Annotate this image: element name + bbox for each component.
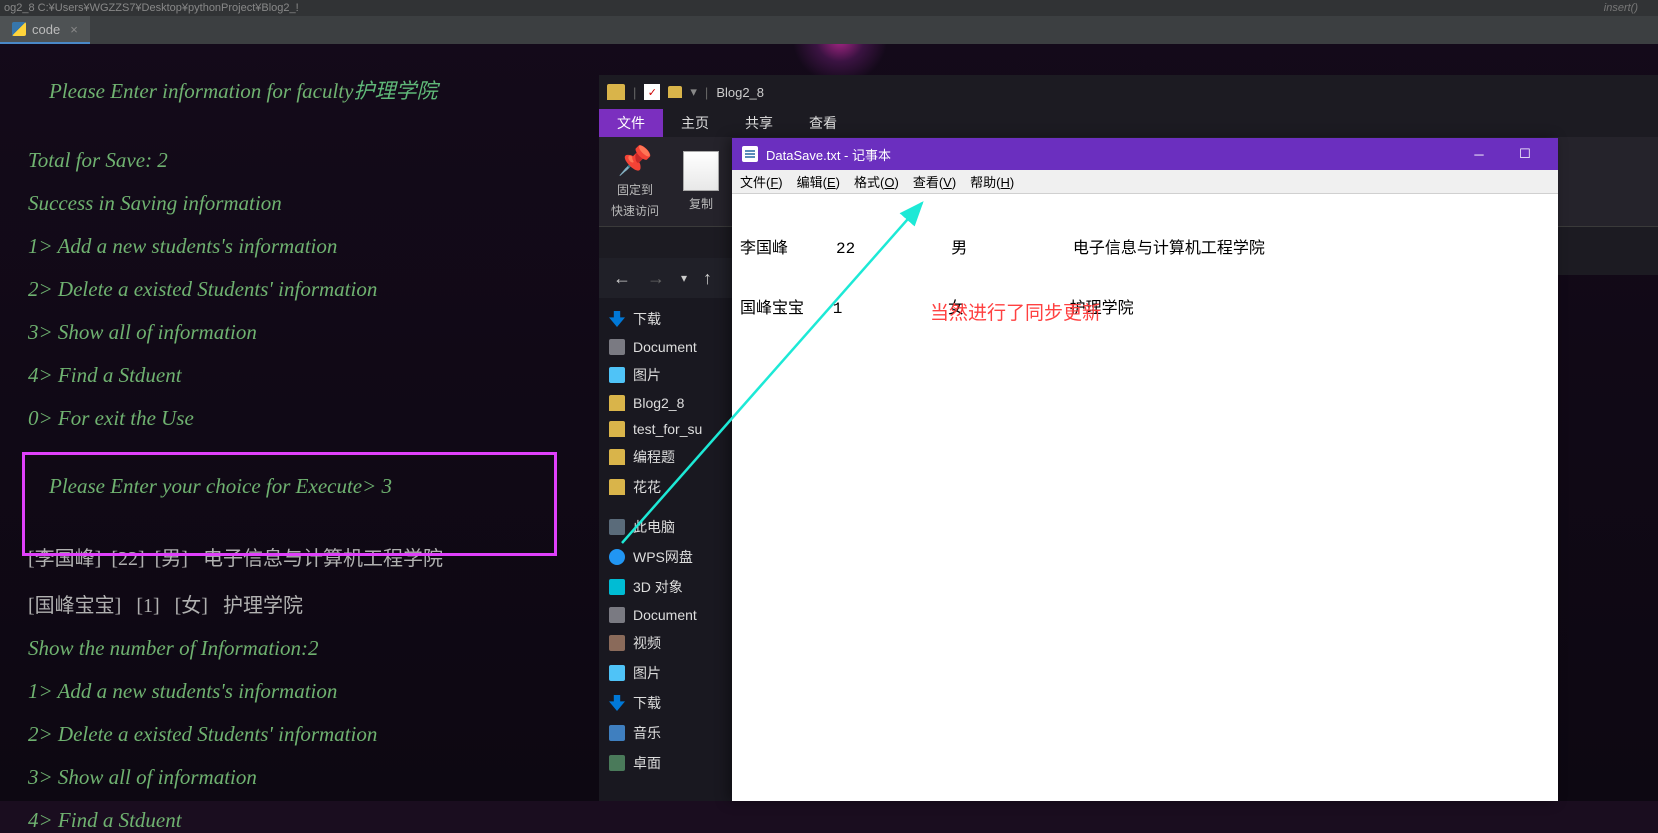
dropdown-icon[interactable]: ▾: [681, 271, 687, 285]
copy-button[interactable]: 复制: [683, 151, 719, 212]
up-icon[interactable]: ↑: [703, 268, 712, 289]
folder-icon: [609, 449, 625, 465]
picture-icon: [609, 367, 625, 383]
pc-icon: [609, 519, 625, 535]
picture-icon: [609, 665, 625, 681]
content-row: 国峰宝宝 1 女 护理学院: [740, 294, 1550, 318]
notepad-content[interactable]: 李国峰 22 男 电子信息与计算机工程学院 国峰宝宝 1 女 护理学院: [732, 194, 1558, 358]
pycharm-tabbar: code ×: [0, 16, 1658, 44]
folder-icon: [609, 395, 625, 411]
folder-icon: [607, 84, 625, 100]
tab-label: code: [32, 22, 60, 37]
insert-hint: insert(): [1604, 2, 1658, 14]
menu-view[interactable]: 查看(V): [913, 172, 956, 191]
folder-small-icon: [668, 86, 682, 98]
annotation-text: 当然进行了同步更新: [930, 298, 1101, 325]
video-icon: [609, 635, 625, 651]
folder-icon: [609, 421, 625, 437]
content-row: 李国峰 22 男 电子信息与计算机工程学院: [740, 234, 1550, 258]
sidebar-item-thispc[interactable]: 此电脑: [599, 512, 733, 542]
ribbon-tab-home[interactable]: 主页: [663, 109, 727, 137]
pin-icon: 📌: [618, 144, 653, 177]
3d-icon: [609, 579, 625, 595]
sidebar-item-video[interactable]: 视频: [599, 628, 733, 658]
tab-code[interactable]: code ×: [0, 16, 90, 44]
copy-icon: [683, 151, 719, 191]
maximize-icon[interactable]: ☐: [1502, 138, 1548, 170]
explorer-titlebar[interactable]: | ✓ ▾ | Blog2_8: [599, 75, 1658, 109]
desktop-icon: [609, 755, 625, 771]
sidebar-item-dl2[interactable]: 下载: [599, 688, 733, 718]
checkbox-icon[interactable]: ✓: [644, 84, 660, 100]
folder-icon: [609, 479, 625, 495]
python-icon: [12, 22, 26, 36]
menu-format[interactable]: 格式(O): [854, 172, 899, 191]
download-icon: [609, 311, 625, 327]
sidebar-item-music[interactable]: 音乐: [599, 718, 733, 748]
sidebar-item-hua[interactable]: 花花: [599, 472, 733, 502]
notepad-menu: 文件(F) 编辑(E) 格式(O) 查看(V) 帮助(H): [732, 170, 1558, 194]
sidebar-item-documents[interactable]: Document: [599, 334, 733, 360]
notepad-titlebar[interactable]: DataSave.txt - 记事本 ─ ☐: [732, 138, 1558, 170]
document-icon: [609, 339, 625, 355]
document-icon: [609, 607, 625, 623]
explorer-sidebar: 下载 Document 图片 Blog2_8 test_for_su 编程题 花…: [599, 298, 733, 801]
back-icon[interactable]: ←: [613, 268, 631, 289]
explorer-title: Blog2_8: [716, 85, 764, 100]
explorer-ribbon: 文件 主页 共享 查看: [599, 109, 1658, 137]
sidebar-item-pics2[interactable]: 图片: [599, 658, 733, 688]
ribbon-tab-view[interactable]: 查看: [791, 109, 855, 137]
ribbon-tab-file[interactable]: 文件: [599, 109, 663, 137]
ribbon-tab-share[interactable]: 共享: [727, 109, 791, 137]
pin-button[interactable]: 📌 固定到 快速访问: [611, 144, 659, 219]
wps-icon: [609, 549, 625, 565]
sidebar-item-3d[interactable]: 3D 对象: [599, 572, 733, 602]
sidebar-item-wps[interactable]: WPS网盘: [599, 542, 733, 572]
breadcrumb-text: og2_8 C:¥Users¥WGZZS7¥Desktop¥pythonProj…: [4, 2, 299, 14]
notepad-icon: [742, 146, 758, 162]
explorer-nav: ← → ▾ ↑: [599, 258, 733, 298]
menu-help[interactable]: 帮助(H): [970, 172, 1014, 191]
notepad-title: DataSave.txt - 记事本: [766, 145, 891, 164]
sidebar-item-downloads[interactable]: 下载: [599, 304, 733, 334]
pycharm-breadcrumb: og2_8 C:¥Users¥WGZZS7¥Desktop¥pythonProj…: [0, 0, 1658, 16]
sidebar-item-prog[interactable]: 编程题: [599, 442, 733, 472]
sidebar-item-desktop[interactable]: 卓面: [599, 748, 733, 778]
sidebar-item-test[interactable]: test_for_su: [599, 416, 733, 442]
minimize-icon[interactable]: ─: [1456, 138, 1502, 170]
notepad-window: DataSave.txt - 记事本 ─ ☐ 文件(F) 编辑(E) 格式(O)…: [732, 138, 1558, 801]
download-icon: [609, 695, 625, 711]
forward-icon[interactable]: →: [647, 268, 665, 289]
sidebar-item-pictures[interactable]: 图片: [599, 360, 733, 390]
sidebar-item-docs2[interactable]: Document: [599, 602, 733, 628]
sidebar-item-blog[interactable]: Blog2_8: [599, 390, 733, 416]
menu-edit[interactable]: 编辑(E): [797, 172, 840, 191]
console-line: 4> Find a Stduent: [28, 808, 1630, 833]
menu-file[interactable]: 文件(F): [740, 172, 783, 191]
music-icon: [609, 725, 625, 741]
close-icon[interactable]: ×: [70, 22, 78, 37]
